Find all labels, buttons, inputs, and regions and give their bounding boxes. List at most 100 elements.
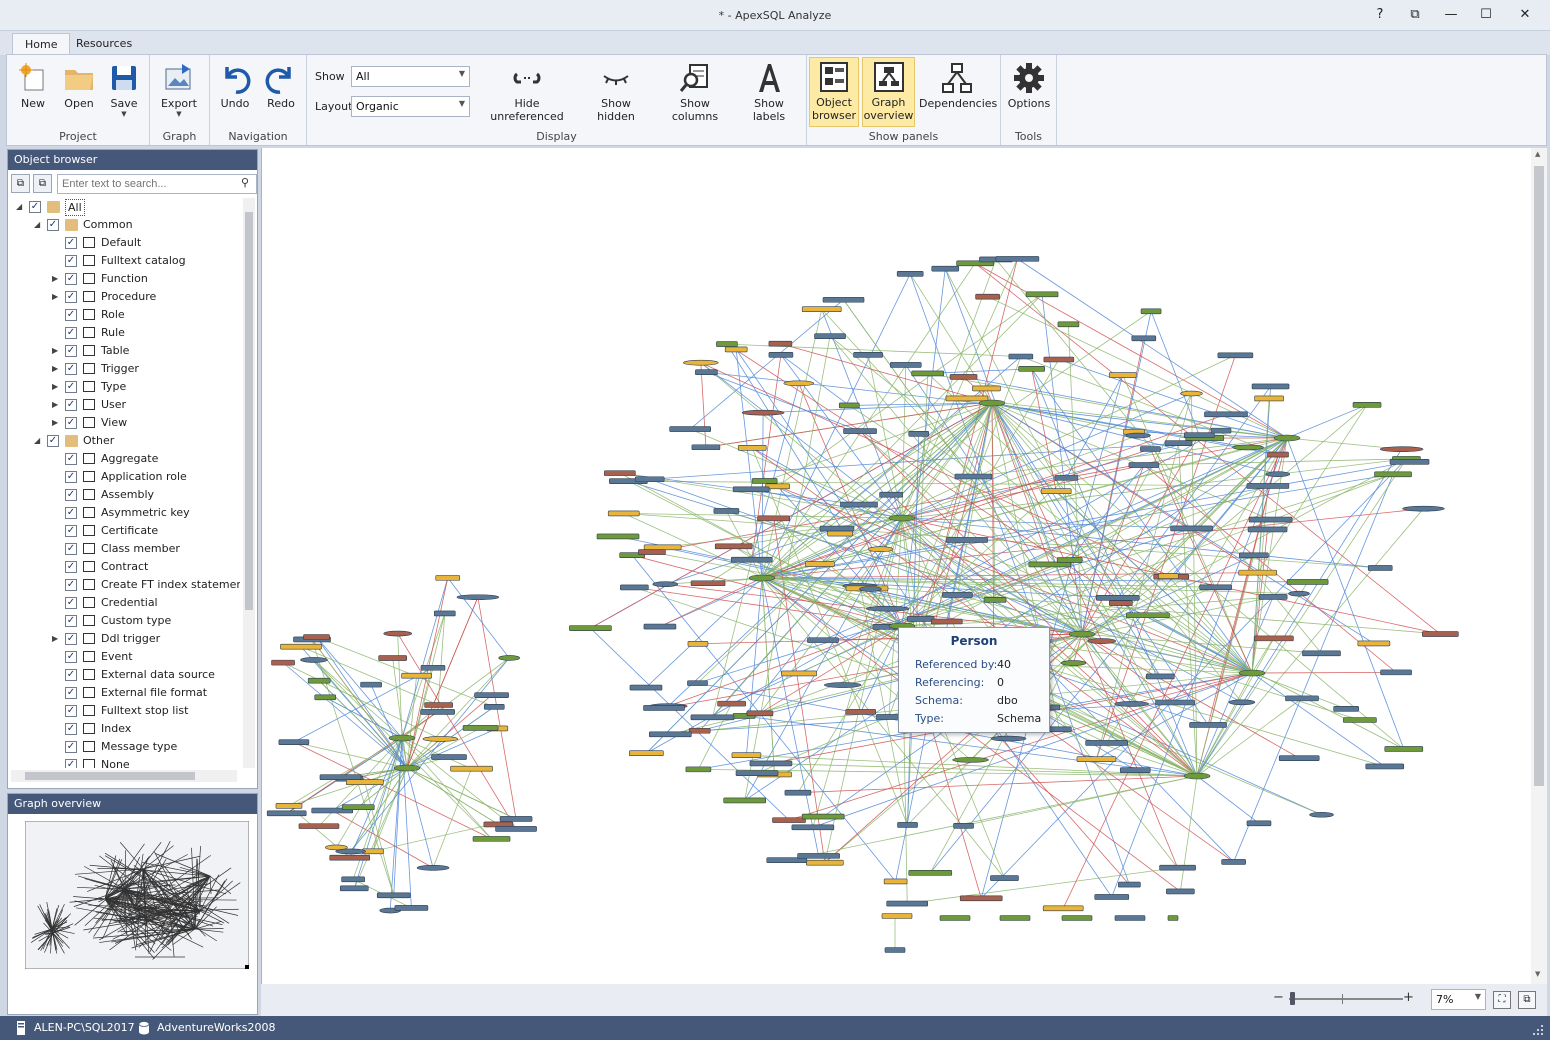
expand-arrow-icon[interactable]: ▶	[52, 630, 62, 648]
tree-checkbox[interactable]: ✓	[65, 561, 77, 573]
tree-checkbox[interactable]: ✓	[65, 579, 77, 591]
tree-item-fulltext-stop-list[interactable]: ✓ Fulltext stop list	[8, 702, 240, 720]
undo-button[interactable]: Undo	[214, 57, 256, 127]
expand-arrow-icon[interactable]: ▶	[52, 378, 62, 396]
object-browser-button[interactable]: Object browser	[809, 57, 859, 127]
save-dropdown-icon[interactable]: ▼	[103, 110, 145, 118]
expand-arrow-icon[interactable]: ▶	[52, 360, 62, 378]
tree-item-view[interactable]: ▶ ✓ View	[8, 414, 240, 432]
zoom-out-icon[interactable]: −	[1273, 990, 1284, 1005]
tree-checkbox[interactable]: ✓	[29, 201, 41, 213]
tree-checkbox[interactable]: ✓	[65, 651, 77, 663]
tab-resources[interactable]: Resources	[64, 33, 144, 55]
expand-arrow-icon[interactable]: ▶	[52, 342, 62, 360]
tree-item-certificate[interactable]: ✓ Certificate	[8, 522, 240, 540]
scroll-down-icon[interactable]: ▼	[1535, 970, 1540, 978]
tree-item-table[interactable]: ▶ ✓ Table	[8, 342, 240, 360]
tree-item-other[interactable]: ◢ ✓ Other	[8, 432, 240, 450]
zoom-slider-thumb[interactable]	[1290, 992, 1295, 1005]
redo-button[interactable]: Redo	[260, 57, 302, 127]
tree-item-event[interactable]: ✓ Event	[8, 648, 240, 666]
tree-item-function[interactable]: ▶ ✓ Function	[8, 270, 240, 288]
object-search-input[interactable]	[57, 174, 257, 194]
tree-checkbox[interactable]: ✓	[65, 471, 77, 483]
tree-item-procedure[interactable]: ▶ ✓ Procedure	[8, 288, 240, 306]
tab-home[interactable]: Home	[12, 33, 71, 55]
collapse-all-button[interactable]: ⧉	[33, 174, 52, 193]
expand-arrow-icon[interactable]: ▶	[52, 288, 62, 306]
show-columns-button[interactable]: Show columns	[659, 57, 731, 127]
tree-item-aggregate[interactable]: ✓ Aggregate	[8, 450, 240, 468]
tree-checkbox[interactable]: ✓	[65, 669, 77, 681]
tree-checkbox[interactable]: ✓	[65, 327, 77, 339]
graph-overview-minimap[interactable]	[25, 821, 249, 969]
zoom-in-icon[interactable]: +	[1403, 990, 1414, 1005]
expand-arrow-icon[interactable]: ▶	[52, 270, 62, 288]
new-button[interactable]: New	[11, 57, 55, 127]
tree-checkbox[interactable]: ✓	[65, 705, 77, 717]
minimize-button[interactable]: —	[1436, 4, 1466, 26]
tree-checkbox[interactable]: ✓	[65, 597, 77, 609]
tree-item-role[interactable]: ✓ Role	[8, 306, 240, 324]
expand-arrow-icon[interactable]: ▶	[52, 396, 62, 414]
tree-item-external-file-format[interactable]: ✓ External file format	[8, 684, 240, 702]
tree-vertical-scrollbar[interactable]	[243, 198, 255, 768]
tree-item-message-type[interactable]: ✓ Message type	[8, 738, 240, 756]
export-dropdown-icon[interactable]: ▼	[156, 110, 202, 118]
tree-item-trigger[interactable]: ▶ ✓ Trigger	[8, 360, 240, 378]
tree-checkbox[interactable]: ✓	[65, 615, 77, 627]
layout-dropdown[interactable]: Organic ▼	[351, 96, 470, 117]
expand-arrow-icon[interactable]: ▶	[52, 414, 62, 432]
tree-item-contract[interactable]: ✓ Contract	[8, 558, 240, 576]
show-dropdown[interactable]: All ▼	[351, 66, 470, 87]
tree-checkbox[interactable]: ✓	[65, 759, 77, 768]
tree-item-class-member[interactable]: ✓ Class member	[8, 540, 240, 558]
show-labels-button[interactable]: Show labels	[737, 57, 801, 127]
collapse-arrow-icon[interactable]: ◢	[34, 216, 44, 234]
tree-checkbox[interactable]: ✓	[65, 345, 77, 357]
close-button[interactable]: ✕	[1510, 4, 1540, 26]
tree-checkbox[interactable]: ✓	[65, 291, 77, 303]
tree-item-common[interactable]: ◢ ✓ Common	[8, 216, 240, 234]
collapse-arrow-icon[interactable]: ◢	[16, 198, 26, 216]
tree-checkbox[interactable]: ✓	[65, 381, 77, 393]
tree-item-external-data-source[interactable]: ✓ External data source	[8, 666, 240, 684]
graph-canvas[interactable]: ▲ ▼	[261, 148, 1547, 984]
tree-checkbox[interactable]: ✓	[65, 723, 77, 735]
dependency-graph[interactable]	[262, 148, 1532, 984]
tree-checkbox[interactable]: ✓	[65, 273, 77, 285]
open-button[interactable]: Open	[57, 57, 101, 127]
tree-item-fulltext-catalog[interactable]: ✓ Fulltext catalog	[8, 252, 240, 270]
maximize-button[interactable]: ☐	[1471, 4, 1501, 26]
scroll-up-icon[interactable]: ▲	[1535, 150, 1540, 158]
tree-item-index[interactable]: ✓ Index	[8, 720, 240, 738]
tree-checkbox[interactable]: ✓	[47, 435, 59, 447]
tree-checkbox[interactable]: ✓	[65, 633, 77, 645]
tree-item-custom-type[interactable]: ✓ Custom type	[8, 612, 240, 630]
tree-checkbox[interactable]: ✓	[65, 237, 77, 249]
tree-item-application-role[interactable]: ✓ Application role	[8, 468, 240, 486]
options-button[interactable]: Options	[1005, 57, 1053, 127]
tree-item-asymmetric-key[interactable]: ✓ Asymmetric key	[8, 504, 240, 522]
tree-checkbox[interactable]: ✓	[65, 399, 77, 411]
actual-size-icon[interactable]: ⧉	[1518, 991, 1536, 1009]
tree-checkbox[interactable]: ✓	[65, 309, 77, 321]
save-button[interactable]: Save ▼	[103, 57, 145, 127]
tree-horizontal-scrollbar[interactable]	[11, 770, 237, 782]
export-button[interactable]: Export ▼	[156, 57, 202, 127]
show-hidden-button[interactable]: Show hidden	[583, 57, 649, 127]
fit-to-screen-icon[interactable]: ⛶	[1493, 991, 1511, 1009]
dependencies-button[interactable]: Dependencies	[919, 57, 997, 127]
tree-item-none[interactable]: ✓ None	[8, 756, 240, 768]
tree-item-default[interactable]: ✓ Default	[8, 234, 240, 252]
tree-item-assembly[interactable]: ✓ Assembly	[8, 486, 240, 504]
tree-item-rule[interactable]: ✓ Rule	[8, 324, 240, 342]
tree-checkbox[interactable]: ✓	[65, 687, 77, 699]
tree-item-ddl-trigger[interactable]: ▶ ✓ Ddl trigger	[8, 630, 240, 648]
expand-all-button[interactable]: ⧉	[11, 174, 30, 193]
tree-checkbox[interactable]: ✓	[65, 741, 77, 753]
collapse-arrow-icon[interactable]: ◢	[34, 432, 44, 450]
zoom-dropdown[interactable]: 7% ▼	[1431, 989, 1486, 1010]
tree-item-all[interactable]: ◢ ✓ All	[8, 198, 240, 216]
tree-checkbox[interactable]: ✓	[47, 219, 59, 231]
